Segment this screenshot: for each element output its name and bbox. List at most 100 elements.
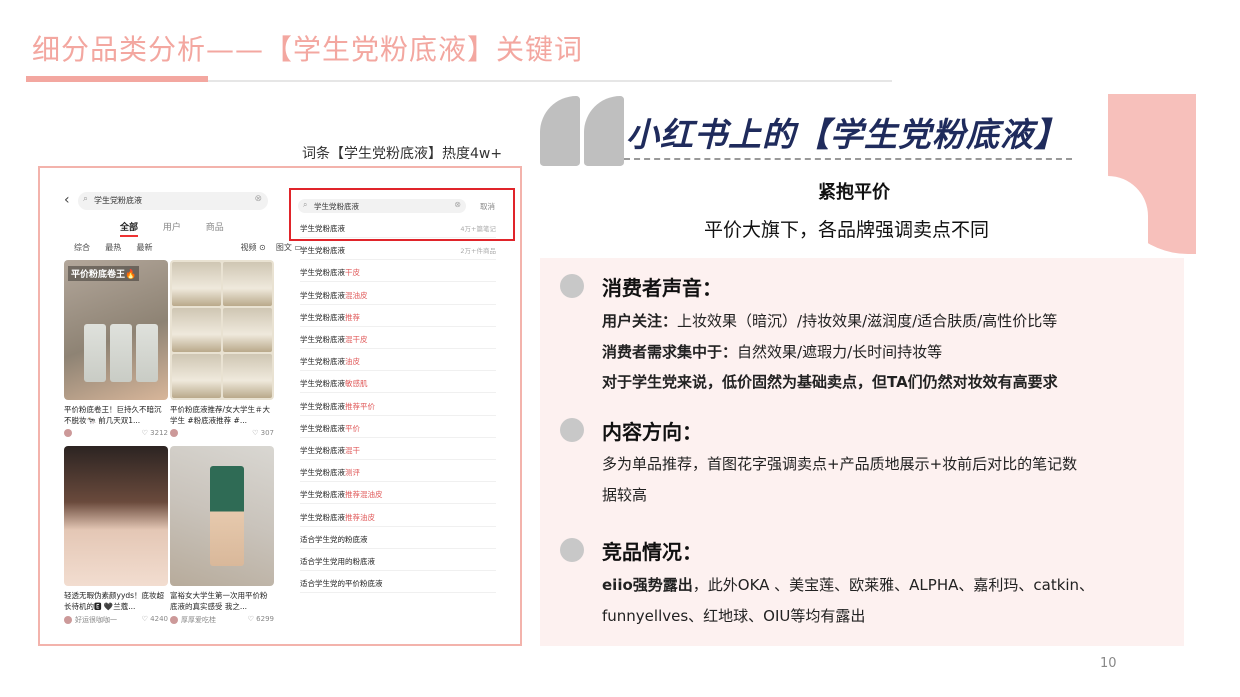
like-count: ♡ 4240 <box>141 615 168 623</box>
suggestion-item[interactable]: 学生党粉底液推荐平价 <box>300 394 496 416</box>
suggestion-keyword: 学生党粉底液 <box>300 246 345 256</box>
suggestion-item[interactable]: 学生党粉底液干皮 <box>300 260 496 283</box>
suggestion-suffix: 混油皮 <box>345 290 368 300</box>
avatar <box>170 429 178 437</box>
bullet-dot <box>560 274 584 298</box>
consumer-line-1: 用户关注：上妆效果（暗沉）/持妆效果/滋润度/适合肤质/高性价比等 <box>602 310 1057 331</box>
suggestion-keyword: 学生党粉底液 <box>300 224 345 233</box>
like-count-value: 6299 <box>256 615 274 623</box>
tab-products[interactable]: 商品 <box>206 223 224 233</box>
back-icon[interactable]: ‹ <box>64 192 70 208</box>
search-input-text: 学生党粉底液 <box>94 196 142 205</box>
bottle-shape <box>110 324 132 382</box>
line-text: 自然效果/遮瑕力/长时间持妆等 <box>737 343 943 361</box>
competitor-line-2: funnyellves、红地球、OIU等均有露出 <box>602 607 866 625</box>
bottle-shape <box>136 324 158 382</box>
suggestion-item[interactable]: 学生党粉底液混干皮 <box>300 327 496 349</box>
like-count: ♡ 3212 <box>141 429 168 437</box>
product-swatch <box>223 262 272 306</box>
section-heading-consumer: 消费者声音： <box>602 276 722 300</box>
page-number: 10 <box>1100 656 1117 671</box>
suggestion-item[interactable]: 学生党粉底液混干 <box>300 438 496 460</box>
product-swatch <box>223 354 272 398</box>
note-author: 好运很咖咖一 <box>75 616 117 624</box>
suggestion-item[interactable]: 适合学生党用的粉底液 <box>300 549 496 571</box>
suggestion-keyword: 适合学生党的粉底液 <box>300 534 368 544</box>
line-label: eiio强势露出 <box>602 576 693 594</box>
suggestion-item[interactable]: 学生党粉底液 2万+件商品 <box>300 238 496 261</box>
line-label: 用户关注： <box>602 312 678 330</box>
bottle-shape <box>210 466 244 566</box>
suggestion-keyword: 学生党粉底液 <box>300 379 345 389</box>
suggestion-keyword: 学生党粉底液 <box>300 490 345 500</box>
suggestion-suffix: 混干皮 <box>345 335 368 344</box>
suggestion-suffix: 混干 <box>345 446 360 455</box>
slide-title: 细分品类分析——【学生党粉底液】关键词 <box>32 33 584 66</box>
subheading: 平价大旗下，各品牌强调卖点不同 <box>704 219 990 241</box>
note-meta: 厚厚爱吃桂 ♡ 6299 <box>170 615 274 625</box>
note-card[interactable]: 平价粉底卷王🔥 平价粉底卷王！巨持久不暗沉不脱妆🐄 前几天双1... ♡ 321… <box>64 260 168 439</box>
note-card[interactable]: 平价粉底液推荐/女大学生＃大学生 #粉底液推荐 #... ♡ 307 <box>170 260 274 439</box>
thumbnail-badge: 平价粉底卷王🔥 <box>68 266 140 281</box>
clear-icon[interactable]: ⊗ <box>254 194 262 204</box>
screenshot-caption: 词条【学生党粉底液】热度4w+ <box>302 146 503 162</box>
suggestion-item[interactable]: 学生党粉底液测评 <box>300 460 496 483</box>
open-quote-mark <box>540 96 628 166</box>
sort-filters: 综合 最热 最新 视频 ⊙ 图文 ▭ <box>74 242 302 253</box>
suggestion-keyword: 学生党粉底液 <box>300 290 345 300</box>
suggestion-item[interactable]: 学生党粉底液推荐 <box>300 305 496 327</box>
suggestion-item[interactable]: 学生党粉底液 4万+篇笔记 <box>300 216 496 238</box>
product-swatch <box>223 308 272 352</box>
quote-glyph <box>584 96 624 166</box>
line-label: 消费者需求集中于： <box>602 343 738 361</box>
suggestion-keyword: 学生党粉底液 <box>300 268 345 278</box>
note-title: 富裕女大学生第一次用平价粉底液的真实感受 我之... <box>170 591 268 611</box>
filter-video[interactable]: 视频 <box>240 243 256 252</box>
suggestion-item[interactable]: 学生党粉底液推荐混油皮 <box>300 482 496 505</box>
consumer-line-2: 消费者需求集中于：自然效果/遮瑕力/长时间持妆等 <box>602 341 942 362</box>
like-count-value: 307 <box>260 429 274 437</box>
section-heading-competitors: 竞品情况： <box>602 540 702 564</box>
note-card[interactable]: 富裕女大学生第一次用平价粉底液的真实感受 我之... 厚厚爱吃桂 ♡ 6299 <box>170 446 274 625</box>
filter-image-text[interactable]: 图文 <box>276 243 292 252</box>
suggestion-item[interactable]: 适合学生党的平价粉底液 <box>300 571 496 594</box>
suggestion-item[interactable]: 学生党粉底液混油皮 <box>300 283 496 305</box>
suggestion-keyword: 学生党粉底液 <box>300 401 345 411</box>
line-text: 上妆效果（暗沉）/持妆效果/滋润度/适合肤质/高性价比等 <box>677 312 1058 330</box>
line-text: ，此外OKA 、美宝莲、欧莱雅、ALPHA、嘉利玛、catkin、 <box>692 576 1095 594</box>
note-card[interactable]: 轻透无暇伪素颜yyds！底妆超长待机的🅴 🖤兰蔻... 好运很咖咖一 ♡ 424… <box>64 446 168 625</box>
tab-users[interactable]: 用户 <box>163 223 181 233</box>
suggestion-item[interactable]: 适合学生党的粉底液 <box>300 527 496 549</box>
suggestion-suffix: 推荐油皮 <box>345 512 375 522</box>
headline: 小红书上的【学生党粉底液】 <box>626 115 1068 154</box>
suggestion-keyword: 学生党粉底液 <box>300 312 345 322</box>
suggestion-suffix: 油皮 <box>345 357 360 367</box>
like-count-value: 4240 <box>150 615 168 623</box>
product-swatch <box>172 308 221 352</box>
suggestion-suffix: 敏感肌 <box>345 379 368 389</box>
suggestion-item[interactable]: 学生党粉底液油皮 <box>300 349 496 372</box>
suggestion-suffix: 推荐 <box>345 312 360 322</box>
note-thumbnail <box>170 260 274 400</box>
suggestion-keyword: 学生党粉底液 <box>300 512 345 522</box>
filter-comprehensive[interactable]: 综合 <box>74 243 90 252</box>
content-line-1: 多为单品推荐，首图花字强调卖点+产品质地展示+妆前后对比的笔记数 <box>602 455 1078 473</box>
search-input[interactable]: ⌕ 学生党粉底液 ⊗ <box>78 192 268 210</box>
note-meta: ♡ 3212 <box>64 429 168 439</box>
quote-glyph <box>540 96 580 166</box>
note-meta: 好运很咖咖一 ♡ 4240 <box>64 615 168 625</box>
suggestion-suffix: 干皮 <box>345 268 360 278</box>
suggestion-suffix: 测评 <box>345 468 360 478</box>
tab-all[interactable]: 全部 <box>120 223 139 237</box>
suggestion-item[interactable]: 学生党粉底液推荐油皮 <box>300 505 496 527</box>
suggestion-suffix: 推荐平价 <box>345 401 375 411</box>
subheading-bold: 紧抱平价 <box>818 182 890 203</box>
suggestion-keyword: 学生党粉底液 <box>300 423 345 433</box>
filter-hottest[interactable]: 最热 <box>105 243 121 252</box>
like-count: ♡ 6299 <box>247 615 274 623</box>
suggestion-item[interactable]: 学生党粉底液敏感肌 <box>300 371 496 394</box>
suggestion-item[interactable]: 学生党粉底液平价 <box>300 416 496 438</box>
competitor-line-1: eiio强势露出，此外OKA 、美宝莲、欧莱雅、ALPHA、嘉利玛、catkin… <box>602 574 1094 595</box>
filter-newest[interactable]: 最新 <box>137 243 153 252</box>
note-thumbnail <box>170 446 274 586</box>
